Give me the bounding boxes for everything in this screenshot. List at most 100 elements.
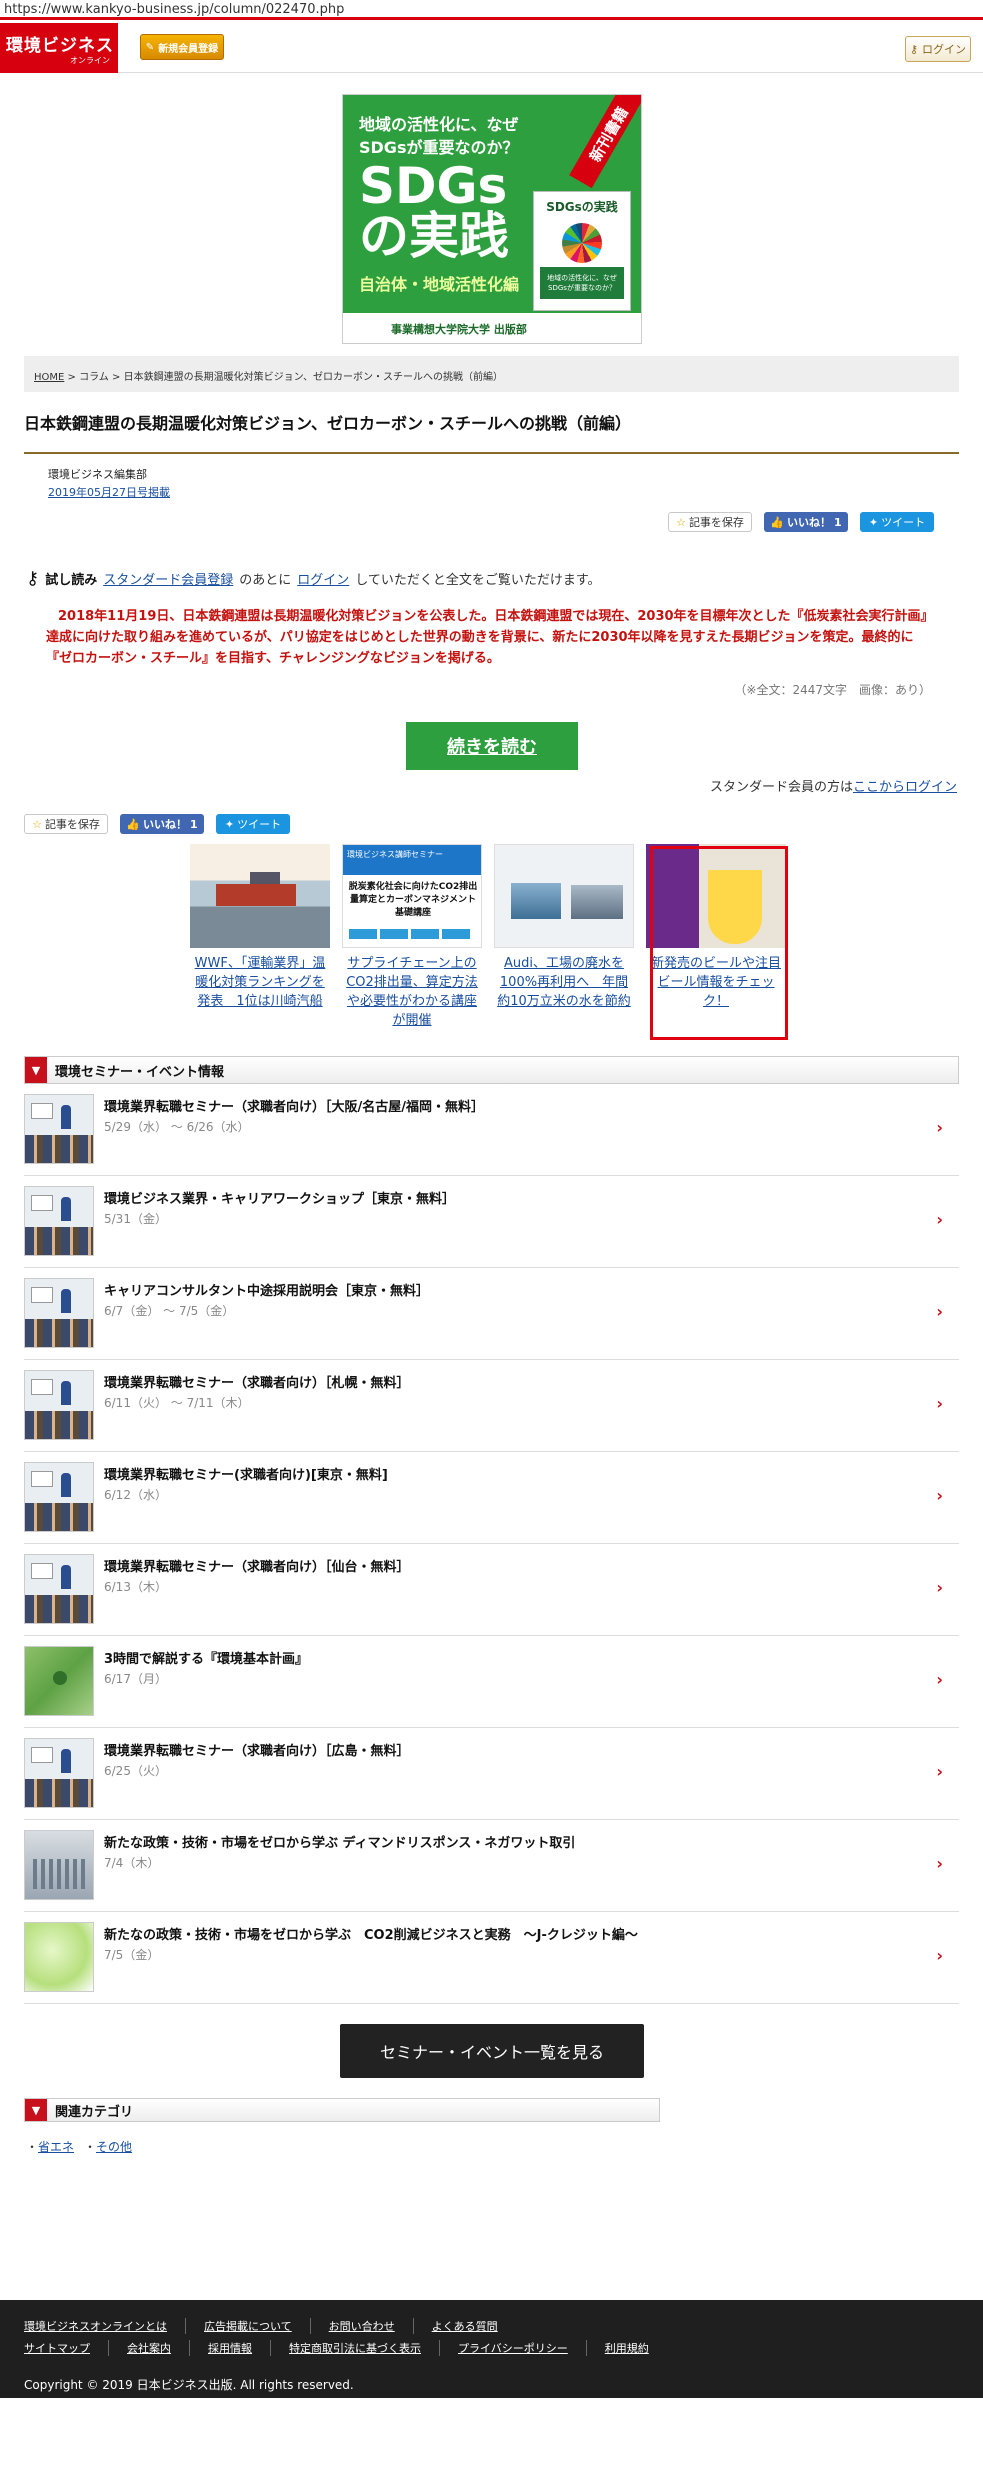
event-date: 6/17（月） bbox=[104, 1672, 167, 1686]
article-card[interactable]: Audi、工場の廃水を100%再利用へ 年間約10万立米の水を節約 bbox=[494, 844, 634, 1030]
trial-login-link[interactable]: ログイン bbox=[297, 569, 349, 588]
event-list-button[interactable]: セミナー・イベント一覧を見る bbox=[340, 2024, 644, 2078]
chevron-right-icon[interactable]: › bbox=[936, 1946, 943, 1965]
footer-link[interactable]: お問い合わせ bbox=[309, 2318, 413, 2334]
register-button[interactable]: ✎ 新規会員登録 bbox=[140, 34, 224, 60]
article-date[interactable]: 2019年05月27日号掲載 bbox=[48, 484, 170, 500]
ship-hull-icon bbox=[216, 884, 296, 906]
article-lead: 2018年11月19日、日本鉄鋼連盟は長期温暖化対策ビジョンを公表した。日本鉄鋼… bbox=[46, 606, 936, 669]
list-item[interactable]: 3時間で解説する『環境基本計画』 6/17（月） › bbox=[24, 1636, 959, 1728]
save-label: 記事を保存 bbox=[44, 818, 100, 831]
list-item[interactable]: 環境業界転職セミナー（求職者向け）［札幌・無料］ 6/11（火） ～ 7/11（… bbox=[24, 1360, 959, 1452]
category-link[interactable]: その他 bbox=[96, 2140, 132, 2154]
footer-link[interactable]: プライバシーポリシー bbox=[439, 2340, 586, 2356]
chevron-right-icon[interactable]: › bbox=[936, 1670, 943, 1689]
url-bar[interactable]: https://www.kankyo-business.jp/column/02… bbox=[0, 0, 983, 20]
event-title[interactable]: 環境業界転職セミナー（求職者向け）［札幌・無料］ bbox=[104, 1372, 410, 1391]
chevron-right-icon[interactable]: › bbox=[936, 1578, 943, 1597]
banner-publisher: 事業構想大学院大学 出版部 bbox=[343, 313, 641, 343]
footer-link[interactable]: 環境ビジネスオンラインとは bbox=[24, 2318, 185, 2334]
tweet-label: ツイート bbox=[881, 516, 926, 529]
card-thumbnail bbox=[190, 844, 330, 948]
standard-register-link[interactable]: スタンダード会員登録 bbox=[103, 569, 233, 588]
photo-icon bbox=[571, 885, 623, 919]
event-date: 7/5（金） bbox=[104, 1948, 160, 1962]
event-title[interactable]: 環境業界転職セミナー（求職者向け）［広島・無料］ bbox=[104, 1740, 410, 1759]
list-item[interactable]: 新たなの政策・技術・市場をゼロから学ぶ CO2削減ビジネスと実務 ～J-クレジッ… bbox=[24, 1912, 959, 2004]
event-title[interactable]: 環境業界転職セミナー(求職者向け)[東京・無料] bbox=[104, 1464, 388, 1483]
list-item[interactable]: 環境業界転職セミナー（求職者向け）［広島・無料］ 6/25（火） › bbox=[24, 1728, 959, 1820]
event-title[interactable]: 新たな政策・技術・市場をゼロから学ぶ ディマンドリスポンス・ネガワット取引 bbox=[104, 1832, 575, 1851]
seminar-thumbnail bbox=[24, 1186, 94, 1256]
seminar-thumbnail bbox=[24, 1462, 94, 1532]
footer-link[interactable]: よくある質問 bbox=[412, 2318, 516, 2334]
list-item[interactable]: 環境業界転職セミナー（求職者向け）［仙台・無料］ 6/13（木） › bbox=[24, 1544, 959, 1636]
standard-login-link[interactable]: ここからログイン bbox=[853, 780, 957, 795]
event-title[interactable]: 環境業界転職セミナー（求職者向け）［仙台・無料］ bbox=[104, 1556, 410, 1575]
category-link[interactable]: 省エネ bbox=[38, 2140, 74, 2154]
card-thumbnail: 環境ビジネス講師セミナー 脱炭素化社会に向けたCO2排出量算定とカーボンマネジメ… bbox=[342, 844, 482, 948]
footer-link[interactable]: 会社案内 bbox=[108, 2340, 189, 2356]
breadcrumb: HOME > コラム > 日本鉄鋼連盟の長期温暖化対策ビジョン、ゼロカーボン・ス… bbox=[24, 356, 959, 392]
page-title: 日本鉄鋼連盟の長期温暖化対策ビジョン、ゼロカーボン・スチールへの挑戦（前編） bbox=[24, 414, 632, 433]
url-text: https://www.kankyo-business.jp/column/02… bbox=[4, 2, 345, 17]
related-category-header: ▼ 関連カテゴリ bbox=[24, 2098, 660, 2122]
event-title[interactable]: キャリアコンサルタント中途採用説明会［東京・無料］ bbox=[104, 1280, 429, 1299]
standard-login-text: スタンダード会員の方は bbox=[709, 780, 853, 795]
site-logo[interactable]: 環境ビジネス オンライン bbox=[0, 23, 118, 73]
tweet-button[interactable]: ✦ ツイート bbox=[860, 512, 934, 532]
sdgs-wheel-icon bbox=[562, 223, 602, 263]
register-label: 新規会員登録 bbox=[158, 43, 219, 55]
tweet-button[interactable]: ✦ ツイート bbox=[216, 814, 290, 834]
read-more-button[interactable]: 続きを読む bbox=[406, 722, 578, 770]
card-caption[interactable]: WWF、「運輸業界」温暖化対策ランキングを発表 1位は川崎汽船 bbox=[190, 954, 330, 1011]
list-item[interactable]: 新たな政策・技術・市場をゼロから学ぶ ディマンドリスポンス・ネガワット取引 7/… bbox=[24, 1820, 959, 1912]
list-item[interactable]: 環境業界転職セミナー(求職者向け)[東京・無料] 6/12（水） › bbox=[24, 1452, 959, 1544]
chevron-right-icon[interactable]: › bbox=[936, 1302, 943, 1321]
chevron-right-icon[interactable]: › bbox=[936, 1762, 943, 1781]
event-title[interactable]: 環境ビジネス業界・キャリアワークショップ［東京・無料］ bbox=[104, 1188, 455, 1207]
article-card[interactable]: 環境ビジネス講師セミナー 脱炭素化社会に向けたCO2排出量算定とカーボンマネジメ… bbox=[342, 844, 482, 1030]
like-button[interactable]: 👍 いいね！ 1 bbox=[764, 512, 848, 532]
save-article-button[interactable]: ☆ 記事を保存 bbox=[24, 814, 108, 834]
login-label: ログイン bbox=[922, 43, 967, 56]
chevron-right-icon[interactable]: › bbox=[936, 1486, 943, 1505]
footer-link[interactable]: 広告掲載について bbox=[185, 2318, 310, 2334]
trial-notice: ⚷ 試し読み スタンダード会員登録 のあとに ログイン していただくと全文をご覧… bbox=[26, 568, 601, 589]
highlight-box bbox=[650, 846, 788, 1040]
event-list: 環境業界転職セミナー（求職者向け）［大阪/名古屋/福岡・無料］ 5/29（水） … bbox=[24, 1084, 959, 2004]
banner-main-line1: SDGs bbox=[359, 157, 508, 215]
footer-link[interactable]: 採用情報 bbox=[189, 2340, 270, 2356]
list-item[interactable]: 環境ビジネス業界・キャリアワークショップ［東京・無料］ 5/31（金） › bbox=[24, 1176, 959, 1268]
breadcrumb-column[interactable]: コラム bbox=[79, 372, 109, 383]
share-bar-bottom: ☆ 記事を保存 👍 いいね！ 1 ✦ ツイート bbox=[24, 814, 290, 834]
event-title[interactable]: 新たなの政策・技術・市場をゼロから学ぶ CO2削減ビジネスと実務 ～J-クレジッ… bbox=[104, 1924, 638, 1943]
chevron-right-icon[interactable]: › bbox=[936, 1394, 943, 1413]
like-label: いいね！ bbox=[143, 818, 188, 831]
footer-links-row2: サイトマップ 会社案内 採用情報 特定商取引法に基づく表示 プライバシーポリシー… bbox=[24, 2340, 667, 2356]
title-divider bbox=[24, 452, 959, 454]
footer-link[interactable]: 特定商取引法に基づく表示 bbox=[270, 2340, 439, 2356]
footer-link[interactable]: サイトマップ bbox=[24, 2340, 108, 2356]
chevron-right-icon[interactable]: › bbox=[936, 1118, 943, 1137]
card-caption[interactable]: Audi、工場の廃水を100%再利用へ 年間約10万立米の水を節約 bbox=[494, 954, 634, 1011]
list-item[interactable]: 環境業界転職セミナー（求職者向け）［大阪/名古屋/福岡・無料］ 5/29（水） … bbox=[24, 1084, 959, 1176]
save-article-button[interactable]: ☆ 記事を保存 bbox=[668, 512, 752, 532]
list-item[interactable]: キャリアコンサルタント中途採用説明会［東京・無料］ 6/7（金） ～ 7/5（金… bbox=[24, 1268, 959, 1360]
chevron-right-icon[interactable]: › bbox=[936, 1210, 943, 1229]
trial-label: 試し読み bbox=[45, 573, 98, 588]
ad-banner[interactable]: 地域の活性化に、なぜSDGsが重要なのか？ SDGs の実践 自治体・地域活性化… bbox=[342, 94, 642, 344]
like-label: いいね！ bbox=[787, 516, 832, 529]
event-title[interactable]: 環境業界転職セミナー（求職者向け）［大阪/名古屋/福岡・無料］ bbox=[104, 1096, 484, 1115]
like-button[interactable]: 👍 いいね！ 1 bbox=[120, 814, 204, 834]
breadcrumb-home[interactable]: HOME bbox=[34, 372, 64, 383]
event-title[interactable]: 3時間で解説する『環境基本計画』 bbox=[104, 1648, 308, 1667]
login-button[interactable]: ⚷ ログイン bbox=[905, 36, 971, 62]
seminar-thumbnail bbox=[24, 1738, 94, 1808]
site-footer: 環境ビジネスオンラインとは 広告掲載について お問い合わせ よくある質問 サイト… bbox=[0, 2300, 983, 2398]
article-card[interactable]: WWF、「運輸業界」温暖化対策ランキングを発表 1位は川崎汽船 bbox=[190, 844, 330, 1030]
footer-link[interactable]: 利用規約 bbox=[585, 2340, 667, 2356]
chevron-right-icon[interactable]: › bbox=[936, 1854, 943, 1873]
footer-links-row1: 環境ビジネスオンラインとは 広告掲載について お問い合わせ よくある質問 bbox=[24, 2318, 516, 2334]
card-caption[interactable]: サプライチェーン上のCO2排出量、算定方法や必要性がわかる講座が開催 bbox=[342, 954, 482, 1030]
